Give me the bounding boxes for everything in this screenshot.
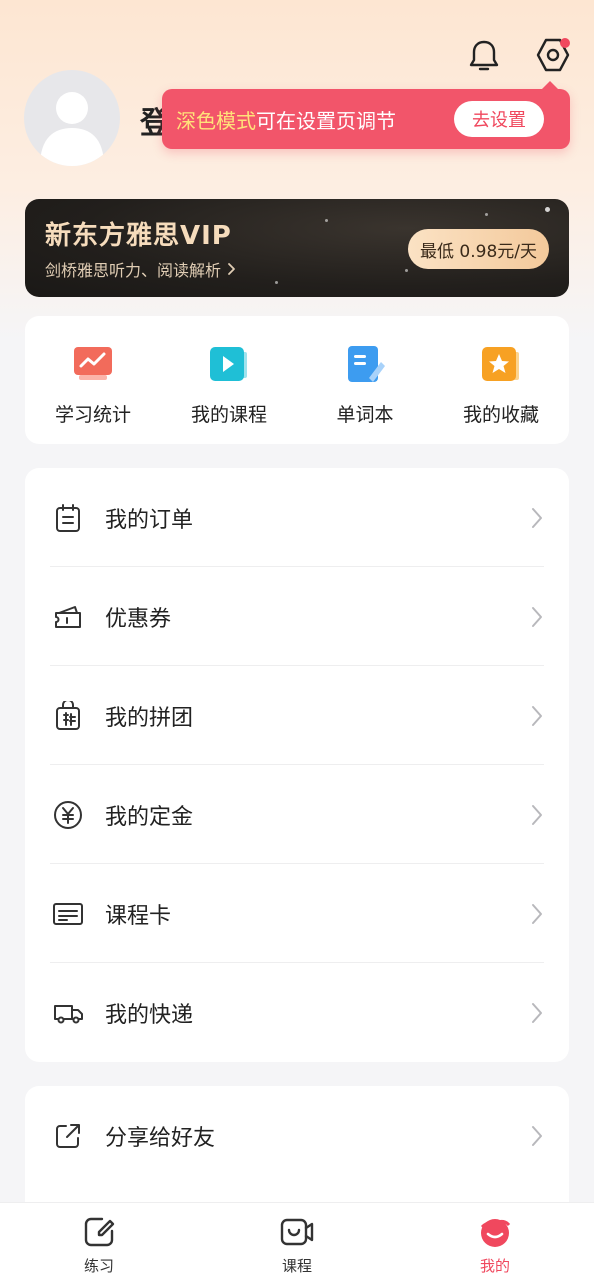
menu-item-delivery[interactable]: 我的快递 bbox=[25, 963, 569, 1062]
tab-label: 练习 bbox=[83, 1257, 114, 1275]
course-icon bbox=[278, 1213, 316, 1251]
menu-item-course-card[interactable]: 课程卡 bbox=[25, 864, 569, 963]
vip-price-badge[interactable]: 最低 0.98元/天 bbox=[408, 229, 549, 269]
notebook-icon bbox=[343, 342, 387, 386]
group-buy-icon bbox=[52, 700, 84, 732]
menu-label: 我的定金 bbox=[105, 804, 194, 830]
menu-label: 课程卡 bbox=[105, 903, 172, 929]
stats-icon bbox=[71, 342, 115, 386]
menu-label: 我的订单 bbox=[105, 507, 194, 533]
shortcut-label: 我的课程 bbox=[190, 404, 267, 426]
shortcut-my-courses[interactable]: 我的课程 bbox=[161, 316, 297, 444]
menu-label: 我的快递 bbox=[105, 1002, 194, 1028]
shortcut-wordbook[interactable]: 单词本 bbox=[297, 316, 433, 444]
menu-item-group-buy[interactable]: 我的拼团 bbox=[25, 666, 569, 765]
share-section: 分享给好友 bbox=[25, 1086, 569, 1216]
tooltip-text: 可在设置页调节 bbox=[256, 108, 396, 133]
chevron-right-icon bbox=[527, 902, 547, 926]
order-icon bbox=[52, 502, 84, 534]
avatar[interactable] bbox=[24, 70, 120, 166]
menu-label: 我的拼团 bbox=[105, 705, 194, 731]
shortcut-study-stats[interactable]: 学习统计 bbox=[25, 316, 161, 444]
chevron-right-icon bbox=[527, 1124, 547, 1148]
chevron-right-icon bbox=[527, 506, 547, 530]
chevron-right-icon bbox=[527, 803, 547, 827]
chevron-right-icon bbox=[527, 1001, 547, 1025]
menu-item-share[interactable]: 分享给好友 bbox=[25, 1086, 569, 1185]
tab-label: 课程 bbox=[281, 1257, 312, 1275]
shortcut-label: 学习统计 bbox=[54, 404, 131, 426]
menu-label: 优惠券 bbox=[105, 606, 172, 632]
bottom-tab-bar: 练习 课程 我的 bbox=[0, 1202, 594, 1280]
settings-button[interactable] bbox=[530, 34, 576, 80]
share-icon bbox=[52, 1120, 84, 1152]
tab-practice[interactable]: 练习 bbox=[0, 1203, 198, 1280]
chevron-right-icon bbox=[226, 261, 236, 280]
mine-icon bbox=[476, 1213, 514, 1251]
vip-title: 新东方雅思VIP bbox=[45, 221, 232, 251]
tooltip-highlight: 深色模式 bbox=[176, 108, 256, 133]
bell-icon bbox=[468, 39, 500, 77]
menu-item-deposit[interactable]: 我的定金 bbox=[25, 765, 569, 864]
shortcut-label: 我的收藏 bbox=[462, 404, 539, 426]
tooltip-arrow bbox=[542, 81, 558, 89]
coupon-icon bbox=[52, 601, 84, 633]
menu-item-coupons[interactable]: 优惠券 bbox=[25, 567, 569, 666]
deposit-icon bbox=[52, 799, 84, 831]
shortcut-label: 单词本 bbox=[336, 404, 394, 426]
tooltip-message: 深色模式可在设置页调节 bbox=[176, 105, 396, 134]
menu-list: 我的订单 优惠券 我的拼团 我的定金 课程卡 我的快递 bbox=[25, 468, 569, 1062]
notification-button[interactable] bbox=[462, 36, 506, 80]
shortcut-favorites[interactable]: 我的收藏 bbox=[433, 316, 569, 444]
tab-label: 我的 bbox=[479, 1257, 510, 1275]
tab-mine[interactable]: 我的 bbox=[396, 1203, 594, 1280]
course-video-icon bbox=[207, 342, 251, 386]
chevron-right-icon bbox=[527, 704, 547, 728]
unread-dot bbox=[560, 38, 570, 48]
tab-course[interactable]: 课程 bbox=[198, 1203, 396, 1280]
practice-icon bbox=[80, 1213, 118, 1251]
go-settings-button[interactable]: 去设置 bbox=[454, 101, 544, 137]
dark-mode-tooltip: 深色模式可在设置页调节 去设置 bbox=[162, 81, 570, 149]
vip-subtitle: 剑桥雅思听力、阅读解析 bbox=[45, 257, 236, 281]
menu-label: 分享给好友 bbox=[105, 1125, 216, 1151]
delivery-icon bbox=[52, 997, 84, 1029]
chevron-right-icon bbox=[527, 605, 547, 629]
favorite-star-icon bbox=[479, 342, 523, 386]
shortcut-grid: 学习统计 我的课程 单词本 我的收藏 bbox=[25, 316, 569, 444]
vip-banner[interactable]: 新东方雅思VIP 剑桥雅思听力、阅读解析 最低 0.98元/天 bbox=[25, 199, 569, 297]
menu-item-orders[interactable]: 我的订单 bbox=[25, 468, 569, 567]
course-card-icon bbox=[52, 898, 84, 930]
